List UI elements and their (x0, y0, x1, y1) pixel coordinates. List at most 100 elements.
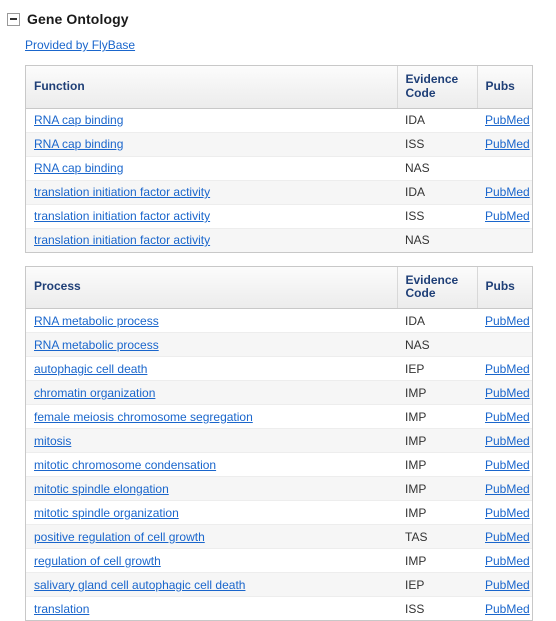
pubs-cell (477, 156, 532, 181)
evidence-code-cell: NAS (397, 228, 477, 252)
pubs-cell: PubMed (477, 204, 532, 229)
go-term-cell: positive regulation of cell growth (26, 524, 397, 550)
function-table-grid: Function Evidence Code Pubs RNA cap binding… (26, 66, 532, 252)
pubmed-link[interactable]: PubMed (485, 314, 530, 328)
process-table-grid: Process Evidence Code Pubs RNA metabolic pr… (26, 266, 532, 621)
pubs-cell: PubMed (477, 452, 532, 478)
table-row: female meiosis chromosome segregation IMP… (26, 404, 532, 430)
evidence-code-cell: ISS (397, 596, 477, 621)
pubmed-link[interactable]: PubMed (485, 602, 530, 616)
pubs-cell: PubMed (477, 404, 532, 430)
evidence-code-cell: IMP (397, 452, 477, 478)
go-term-link[interactable]: mitotic chromosome condensation (34, 458, 216, 472)
go-term-link[interactable]: chromatin organization (34, 386, 155, 400)
go-term-cell: mitotic spindle elongation (26, 476, 397, 502)
go-term-cell: RNA cap binding (26, 156, 397, 181)
table-row: autophagic cell death IEP PubMed (26, 356, 532, 382)
pubs-cell: PubMed (477, 572, 532, 598)
pubmed-link[interactable]: PubMed (485, 458, 530, 472)
evidence-code-cell: TAS (397, 524, 477, 550)
go-term-link[interactable]: translation initiation factor activity (34, 209, 210, 223)
pubmed-link[interactable]: PubMed (485, 434, 530, 448)
column-header-term: Process (26, 266, 398, 310)
evidence-code-cell: IMP (397, 476, 477, 502)
go-term-link[interactable]: RNA metabolic process (34, 314, 159, 328)
pubs-cell: PubMed (477, 428, 532, 454)
gene-ontology-section-header: Gene Ontology (0, 0, 556, 29)
go-term-cell: salivary gland cell autophagic cell deat… (26, 572, 397, 598)
column-header-evidence-code: Evidence Code (397, 266, 478, 310)
go-term-cell: RNA cap binding (26, 132, 397, 157)
evidence-code-cell: IEP (397, 356, 477, 382)
evidence-code-cell: NAS (397, 156, 477, 181)
go-term-link[interactable]: translation (34, 602, 89, 616)
process-table: Process Evidence Code Pubs RNA metabolic pr… (25, 265, 533, 621)
collapse-minus-icon[interactable] (7, 12, 20, 26)
go-term-cell: female meiosis chromosome segregation (26, 404, 397, 430)
pubmed-link[interactable]: PubMed (485, 410, 530, 424)
table-row: positive regulation of cell growth TAS Pub… (26, 524, 532, 550)
provided-by-flybase-link[interactable]: Provided by FlyBase (25, 38, 135, 52)
go-term-cell: translation initiation factor activity (26, 180, 397, 205)
pubmed-link[interactable]: PubMed (485, 482, 530, 496)
go-term-link[interactable]: mitosis (34, 434, 71, 448)
pubs-cell: PubMed (477, 108, 532, 133)
go-term-link[interactable]: RNA cap binding (34, 161, 123, 175)
evidence-code-cell: IMP (397, 428, 477, 454)
evidence-code-cell: IDA (397, 308, 477, 334)
pubmed-link[interactable]: PubMed (485, 506, 530, 520)
pubmed-link[interactable]: PubMed (485, 554, 530, 568)
go-term-cell: chromatin organization (26, 380, 397, 406)
pubs-cell: PubMed (477, 380, 532, 406)
go-term-link[interactable]: autophagic cell death (34, 362, 147, 376)
go-term-cell: autophagic cell death (26, 356, 397, 382)
pubmed-link[interactable]: PubMed (485, 386, 530, 400)
provider-attribution: Provided by FlyBase (0, 29, 556, 52)
table-row: mitotic chromosome condensation IMP PubMed (26, 452, 532, 478)
go-term-link[interactable]: female meiosis chromosome segregation (34, 410, 253, 424)
pubs-cell: PubMed (477, 308, 532, 334)
table-row: translation ISS PubMed (26, 596, 532, 621)
table-row: mitosis IMP PubMed (26, 428, 532, 454)
go-term-cell: regulation of cell growth (26, 548, 397, 574)
go-term-cell: mitotic chromosome condensation (26, 452, 397, 478)
pubs-cell: PubMed (477, 476, 532, 502)
evidence-code-cell: IDA (397, 180, 477, 205)
column-header-pubs: Pubs (477, 66, 532, 109)
evidence-code-cell: NAS (397, 332, 477, 358)
pubmed-link[interactable]: PubMed (485, 113, 530, 127)
go-term-link[interactable]: mitotic spindle elongation (34, 482, 169, 496)
table-row: translation initiation factor activity NA… (26, 228, 532, 252)
go-term-link[interactable]: RNA metabolic process (34, 338, 159, 352)
evidence-code-cell: ISS (397, 204, 477, 229)
go-term-cell: RNA metabolic process (26, 332, 397, 358)
go-term-link[interactable]: translation initiation factor activity (34, 233, 210, 247)
go-term-cell: translation initiation factor activity (26, 204, 397, 229)
table-row: translation initiation factor activity IS… (26, 204, 532, 229)
go-term-cell: mitotic spindle organization (26, 500, 397, 526)
go-term-link[interactable]: positive regulation of cell growth (34, 530, 205, 544)
evidence-code-cell: IEP (397, 572, 477, 598)
table-row: RNA cap binding ISS PubMed (26, 132, 532, 157)
pubs-cell: PubMed (477, 356, 532, 382)
go-term-cell: translation (26, 596, 397, 621)
pubs-cell (477, 228, 532, 252)
go-term-cell: RNA cap binding (26, 108, 397, 133)
pubmed-link[interactable]: PubMed (485, 362, 530, 376)
go-term-link[interactable]: RNA cap binding (34, 137, 123, 151)
pubmed-link[interactable]: PubMed (485, 209, 530, 223)
pubs-cell: PubMed (477, 500, 532, 526)
pubmed-link[interactable]: PubMed (485, 137, 530, 151)
table-row: mitotic spindle elongation IMP PubMed (26, 476, 532, 502)
go-term-link[interactable]: regulation of cell growth (34, 554, 161, 568)
go-term-link[interactable]: salivary gland cell autophagic cell deat… (34, 578, 245, 592)
go-term-link[interactable]: mitotic spindle organization (34, 506, 179, 520)
go-term-link[interactable]: RNA cap binding (34, 113, 123, 127)
pubmed-link[interactable]: PubMed (485, 185, 530, 199)
evidence-code-cell: ISS (397, 132, 477, 157)
table-header-row: Process Evidence Code Pubs (26, 266, 532, 310)
evidence-code-cell: IDA (397, 108, 477, 133)
pubmed-link[interactable]: PubMed (485, 530, 530, 544)
pubmed-link[interactable]: PubMed (485, 578, 530, 592)
go-term-link[interactable]: translation initiation factor activity (34, 185, 210, 199)
